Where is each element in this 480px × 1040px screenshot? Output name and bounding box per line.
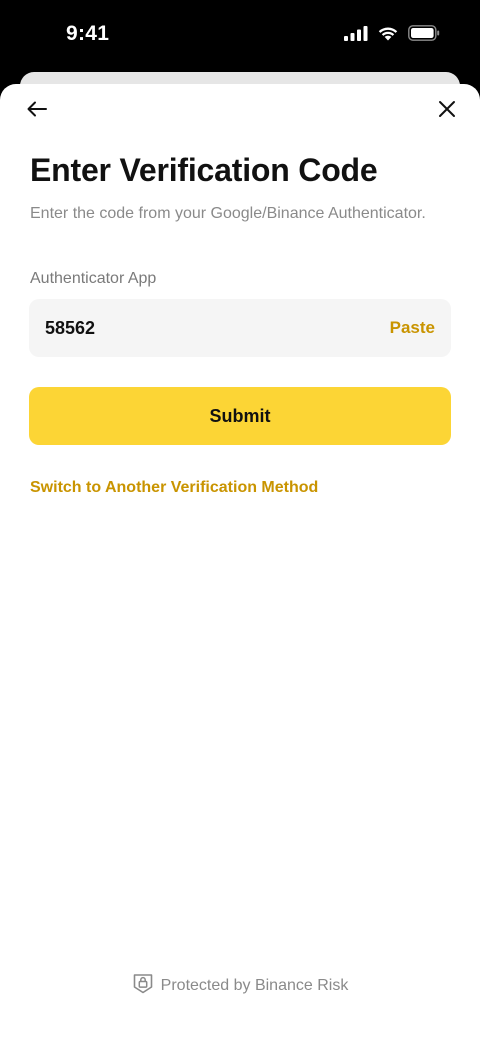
wifi-icon [377, 25, 399, 46]
status-time: 9:41 [66, 22, 110, 45]
footer-text: Protected by Binance Risk [160, 976, 349, 994]
close-button[interactable] [436, 100, 458, 122]
page-title: Enter Verification Code [30, 152, 378, 188]
close-icon [438, 100, 456, 123]
authenticator-code-input[interactable] [45, 299, 345, 357]
verification-sheet: Enter Verification Code Enter the code f… [0, 84, 480, 1040]
status-bar: 9:41 [0, 0, 480, 72]
cellular-signal-icon [344, 25, 368, 46]
battery-icon [408, 25, 440, 46]
page-subtitle: Enter the code from your Google/Binance … [30, 205, 426, 222]
paste-button[interactable]: Paste [390, 299, 435, 357]
back-button[interactable] [24, 100, 50, 122]
status-icons [344, 25, 440, 46]
switch-verification-method-link[interactable]: Switch to Another Verification Method [30, 479, 318, 497]
shield-lock-icon [132, 972, 154, 999]
submit-button[interactable]: Submit [29, 387, 451, 445]
authenticator-code-field: Paste [29, 299, 451, 357]
authenticator-field-label: Authenticator App [30, 270, 157, 287]
arrow-left-icon [26, 101, 48, 122]
footer-protection: Protected by Binance Risk [0, 972, 480, 999]
